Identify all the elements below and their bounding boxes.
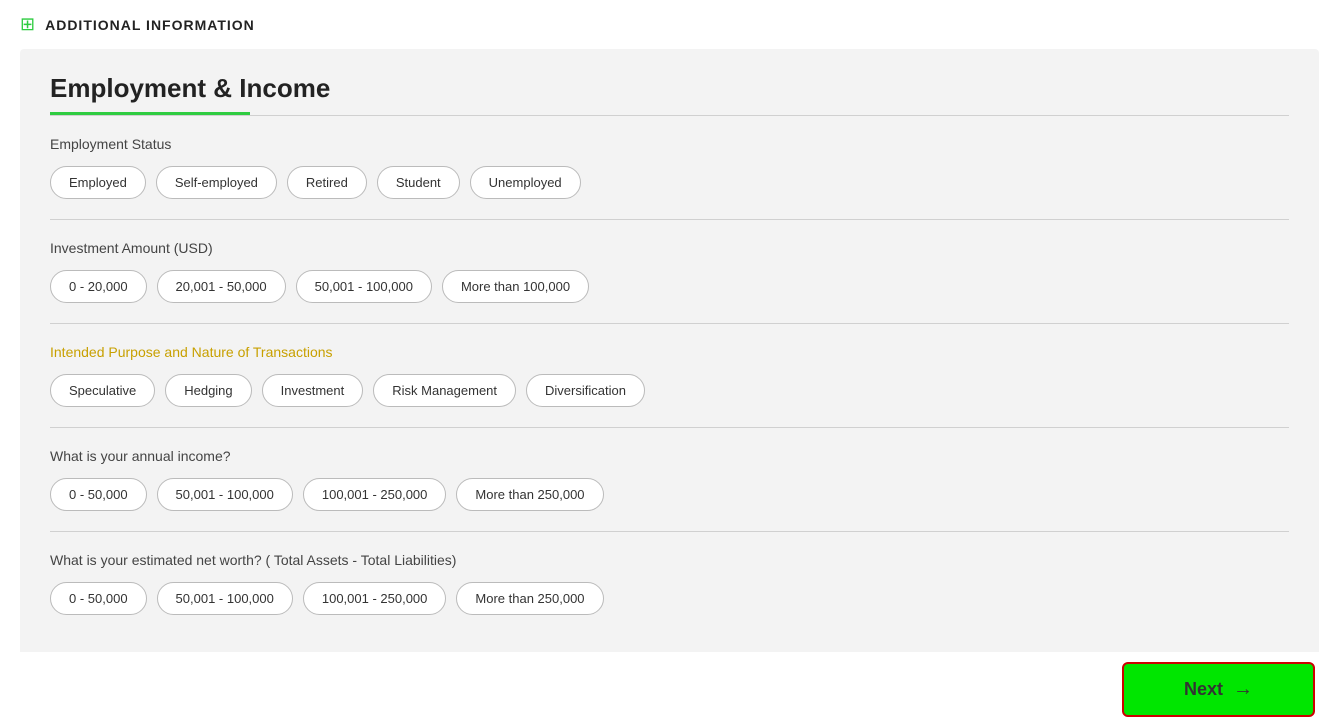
pill-intended-purpose-risk-management[interactable]: Risk Management (373, 374, 516, 407)
pill-group-net-worth: 0 - 50,000 50,001 - 100,000 100,001 - 250,… (50, 582, 1289, 615)
page-title: ADDITIONAL INFORMATION (45, 17, 255, 33)
pill-investment-amount-more-than-100-000[interactable]: More than 100,000 (442, 270, 589, 303)
section-annual-income: What is your annual income? 0 - 50,000 50,… (50, 427, 1289, 531)
pill-group-annual-income: 0 - 50,000 50,001 - 100,000 100,001 - 250,… (50, 478, 1289, 511)
pill-employment-status-student[interactable]: Student (377, 166, 460, 199)
pill-investment-amount-0---20-000[interactable]: 0 - 20,000 (50, 270, 147, 303)
pill-employment-status-unemployed[interactable]: Unemployed (470, 166, 581, 199)
pill-intended-purpose-diversification[interactable]: Diversification (526, 374, 645, 407)
pill-investment-amount-20-001---50-000[interactable]: 20,001 - 50,000 (157, 270, 286, 303)
section-label-investment-amount: Investment Amount (USD) (50, 240, 1289, 256)
pill-net-worth-100-001---250-000[interactable]: 100,001 - 250,000 (303, 582, 447, 615)
next-button-label: Next (1184, 679, 1223, 700)
header-icon: ⊞ (20, 14, 35, 35)
section-label-intended-purpose: Intended Purpose and Nature of Transacti… (50, 344, 1289, 360)
pill-net-worth-more-than-250-000[interactable]: More than 250,000 (456, 582, 603, 615)
card-title: Employment & Income (50, 73, 1289, 104)
next-arrow-icon: → (1233, 678, 1253, 701)
bottom-bar: Next → (0, 652, 1339, 727)
pill-net-worth-0---50-000[interactable]: 0 - 50,000 (50, 582, 147, 615)
section-intended-purpose: Intended Purpose and Nature of Transacti… (50, 323, 1289, 427)
pill-intended-purpose-investment[interactable]: Investment (262, 374, 364, 407)
pill-group-intended-purpose: Speculative Hedging Investment Risk Managem… (50, 374, 1289, 407)
pill-annual-income-100-001---250-000[interactable]: 100,001 - 250,000 (303, 478, 447, 511)
pill-annual-income-50-001---100-000[interactable]: 50,001 - 100,000 (157, 478, 293, 511)
section-label-employment-status: Employment Status (50, 136, 1289, 152)
pill-group-investment-amount: 0 - 20,000 20,001 - 50,000 50,001 - 100,00… (50, 270, 1289, 303)
sections-container: Employment Status Employed Self-employed Re… (50, 115, 1289, 635)
pill-intended-purpose-speculative[interactable]: Speculative (50, 374, 155, 407)
pill-intended-purpose-hedging[interactable]: Hedging (165, 374, 251, 407)
section-investment-amount: Investment Amount (USD) 0 - 20,000 20,001 … (50, 219, 1289, 323)
pill-annual-income-more-than-250-000[interactable]: More than 250,000 (456, 478, 603, 511)
pill-group-employment-status: Employed Self-employed Retired Student Unemp… (50, 166, 1289, 199)
pill-employment-status-self-employed[interactable]: Self-employed (156, 166, 277, 199)
section-label-annual-income: What is your annual income? (50, 448, 1289, 464)
next-button[interactable]: Next → (1122, 662, 1315, 717)
pill-net-worth-50-001---100-000[interactable]: 50,001 - 100,000 (157, 582, 293, 615)
main-card: Employment & Income Employment StatusEmp… (20, 49, 1319, 665)
section-net-worth: What is your estimated net worth? ( Tota… (50, 531, 1289, 635)
section-employment-status: Employment Status Employed Self-employed Re… (50, 115, 1289, 219)
pill-annual-income-0---50-000[interactable]: 0 - 50,000 (50, 478, 147, 511)
pill-employment-status-employed[interactable]: Employed (50, 166, 146, 199)
pill-employment-status-retired[interactable]: Retired (287, 166, 367, 199)
pill-investment-amount-50-001---100-000[interactable]: 50,001 - 100,000 (296, 270, 432, 303)
page-header: ⊞ ADDITIONAL INFORMATION (0, 0, 1339, 49)
section-label-net-worth: What is your estimated net worth? ( Tota… (50, 552, 1289, 568)
